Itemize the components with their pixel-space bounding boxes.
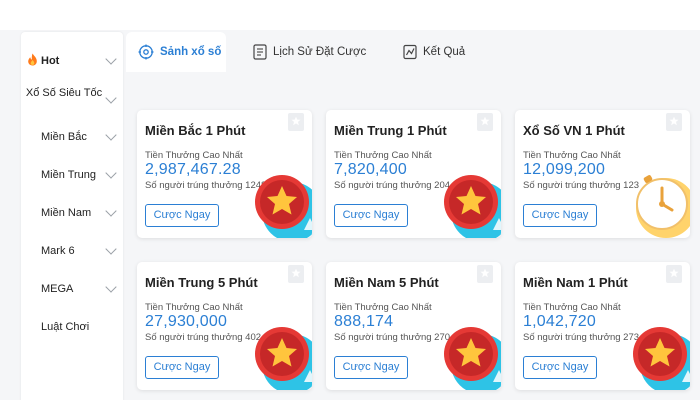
chevron-down-icon: [105, 92, 117, 104]
star-outline-icon: [480, 268, 490, 278]
game-card-mien-nam-5-phut[interactable]: Miền Nam 5 Phút Tiền Thưởng Cao Nhất 888…: [326, 262, 501, 390]
game-card-mien-trung-5-phut[interactable]: Miền Trung 5 Phút Tiền Thưởng Cao Nhất 2…: [137, 262, 312, 390]
tab-label: Kết Quả: [423, 46, 466, 58]
chevron-down-icon: [105, 281, 117, 293]
card-title: Miền Bắc 1 Phút: [145, 123, 246, 138]
winner-count: Số người trúng thưởng 123: [523, 180, 640, 191]
tab-ket-qua[interactable]: Kết Quả: [401, 32, 481, 72]
game-card-mien-bac-1-phut[interactable]: Miền Bắc 1 Phút Tiền Thưởng Cao Nhất 2,9…: [137, 110, 312, 238]
chevron-down-icon: [105, 129, 117, 141]
sidebar: Hot Xổ Số Siêu Tốc Miền Bắc Miền Trung M…: [21, 32, 123, 400]
sidebar-item-label: Miền Nam: [41, 207, 92, 219]
main-content: Sảnh xổ số Lịch Sử Đặt Cược Kết Quả Miền…: [123, 32, 700, 400]
card-title: Miền Trung 5 Phút: [145, 275, 258, 290]
chevron-down-icon: [105, 53, 117, 65]
prize-label: Tiền Thưởng Cao Nhất: [334, 302, 432, 313]
sidebar-item-label: Luật Chơi: [41, 321, 90, 333]
star-outline-icon: [669, 268, 679, 278]
prize-amount: 27,930,000: [145, 313, 228, 330]
bet-now-button[interactable]: Cược Ngay: [334, 204, 408, 227]
favorite-button[interactable]: [288, 113, 304, 131]
star-outline-icon: [480, 116, 490, 126]
sidebar-item-label: MEGA: [41, 283, 74, 295]
star-outline-icon: [291, 116, 301, 126]
game-card-mien-nam-1-phut[interactable]: Miền Nam 1 Phút Tiền Thưởng Cao Nhất 1,0…: [515, 262, 690, 390]
chevron-down-icon: [105, 243, 117, 255]
star-badge-icon: [633, 327, 690, 390]
winner-count: Số người trúng thưởng 402: [145, 332, 262, 343]
sidebar-item-label: Xổ Số Siêu Tốc: [25, 87, 103, 99]
winner-count: Số người trúng thưởng 204: [334, 180, 451, 191]
fire-icon: [28, 53, 37, 66]
card-title: Miền Nam 1 Phút: [523, 275, 628, 290]
prize-amount: 1,042,720: [523, 313, 596, 330]
chevron-down-icon: [105, 167, 117, 179]
star-badge-icon: [255, 327, 312, 390]
star-outline-icon: [669, 116, 679, 126]
star-badge-icon: [255, 175, 312, 238]
tab-sanh-xo-so[interactable]: Sảnh xổ số: [126, 32, 226, 72]
sidebar-item-mien-trung[interactable]: Miền Trung: [21, 158, 123, 192]
top-bar: [0, 0, 700, 30]
sidebar-item-label: Mark 6: [41, 245, 75, 257]
favorite-button[interactable]: [666, 113, 682, 131]
winner-count: Số người trúng thưởng 270: [334, 332, 451, 343]
bet-now-button[interactable]: Cược Ngay: [145, 204, 219, 227]
prize-amount: 7,820,400: [334, 161, 407, 178]
sidebar-item-mien-nam[interactable]: Miền Nam: [21, 196, 123, 230]
favorite-button[interactable]: [477, 113, 493, 131]
clock-icon: [636, 175, 690, 238]
chevron-down-icon: [105, 205, 117, 217]
bet-now-button[interactable]: Cược Ngay: [523, 204, 597, 227]
winner-count: Số người trúng thưởng 273: [523, 332, 640, 343]
document-icon: [253, 44, 267, 60]
tab-label: Lịch Sử Đặt Cược: [273, 46, 367, 58]
prize-label: Tiền Thưởng Cao Nhất: [145, 150, 243, 161]
tab-bar: Sảnh xổ số Lịch Sử Đặt Cược Kết Quả: [123, 32, 700, 72]
game-card-xo-so-vn-1-phut[interactable]: Xổ Số VN 1 Phút Tiền Thưởng Cao Nhất 12,…: [515, 110, 690, 238]
sidebar-item-label: Hot: [41, 55, 60, 67]
card-title: Miền Nam 5 Phút: [334, 275, 439, 290]
favorite-button[interactable]: [477, 265, 493, 283]
star-badge-icon: [444, 327, 501, 390]
sidebar-item-luat-choi[interactable]: Luật Chơi: [21, 310, 123, 344]
favorite-button[interactable]: [288, 265, 304, 283]
star-badge-icon: [444, 175, 501, 238]
tab-lich-su-dat-cuoc[interactable]: Lịch Sử Đặt Cược: [251, 32, 371, 72]
bet-now-button[interactable]: Cược Ngay: [523, 356, 597, 379]
card-title: Miền Trung 1 Phút: [334, 123, 447, 138]
target-icon: [138, 44, 154, 60]
sidebar-item-label: Miền Trung: [41, 169, 97, 181]
sidebar-item-mien-bac[interactable]: Miền Bắc: [21, 120, 123, 154]
winner-count: Số người trúng thưởng 1248: [145, 180, 267, 191]
bet-now-button[interactable]: Cược Ngay: [145, 356, 219, 379]
card-title: Xổ Số VN 1 Phút: [523, 123, 625, 138]
prize-label: Tiền Thưởng Cao Nhất: [523, 150, 621, 161]
tab-label: Sảnh xổ số: [160, 46, 222, 58]
sidebar-item-mega[interactable]: MEGA: [21, 272, 123, 306]
bet-now-button[interactable]: Cược Ngay: [334, 356, 408, 379]
chart-icon: [403, 44, 417, 60]
prize-label: Tiền Thưởng Cao Nhất: [145, 302, 243, 313]
sidebar-item-xo-so-sieu-toc[interactable]: Xổ Số Siêu Tốc: [21, 80, 123, 120]
prize-amount: 888,174: [334, 313, 394, 330]
star-outline-icon: [291, 268, 301, 278]
prize-label: Tiền Thưởng Cao Nhất: [523, 302, 621, 313]
prize-label: Tiền Thưởng Cao Nhất: [334, 150, 432, 161]
prize-amount: 2,987,467.28: [145, 161, 241, 178]
prize-amount: 12,099,200: [523, 161, 606, 178]
favorite-button[interactable]: [666, 265, 682, 283]
sidebar-item-mark-6[interactable]: Mark 6: [21, 234, 123, 268]
game-card-mien-trung-1-phut[interactable]: Miền Trung 1 Phút Tiền Thưởng Cao Nhất 7…: [326, 110, 501, 238]
sidebar-item-label: Miền Bắc: [41, 131, 87, 143]
sidebar-item-hot[interactable]: Hot: [21, 44, 123, 78]
